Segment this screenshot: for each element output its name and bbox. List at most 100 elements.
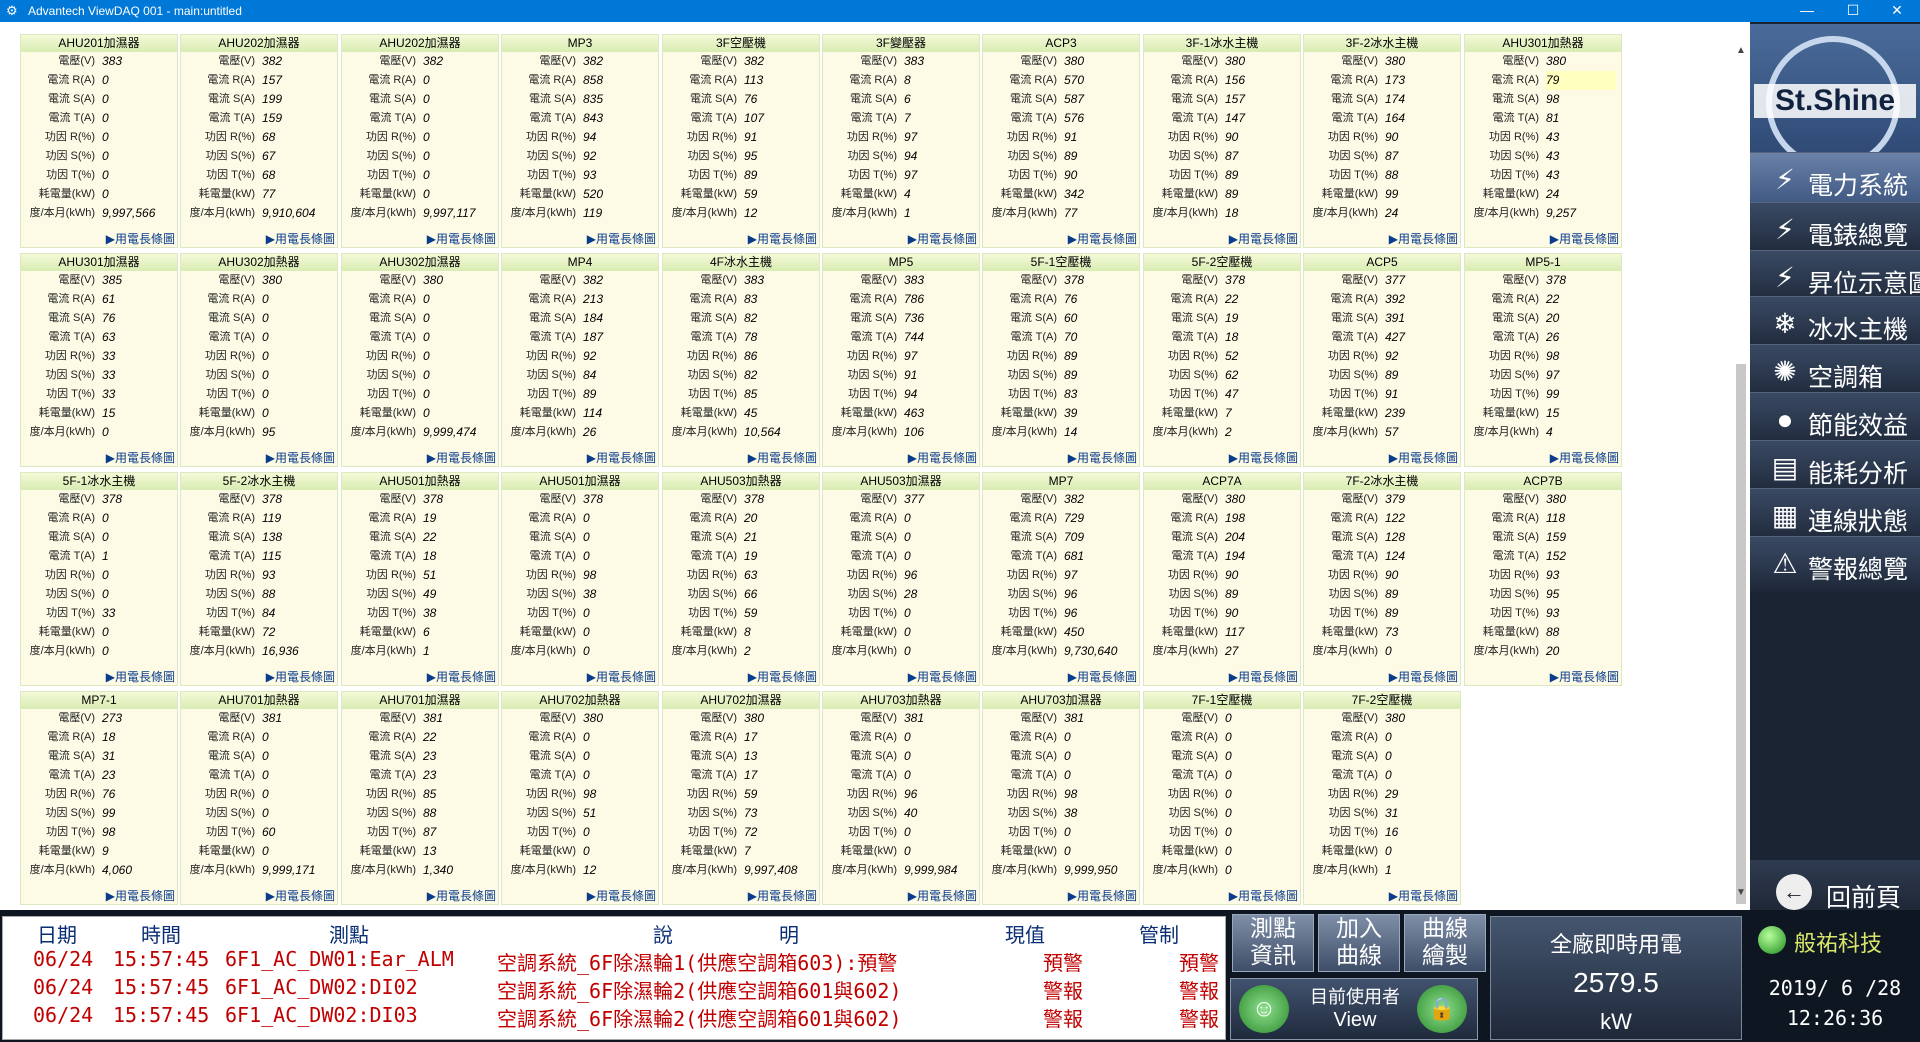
usage-bar-chart-link[interactable]: ▶用電長條圖 (908, 887, 977, 904)
meter-row-label: 電流 S(A) (528, 750, 576, 762)
meter-row-label: 耗電量(kW) (359, 626, 416, 638)
meter-row-label: 電流 S(A) (689, 93, 737, 105)
meter-row: 電壓(V) 383 (21, 52, 177, 71)
usage-bar-chart-link[interactable]: ▶用電長條圖 (1550, 668, 1619, 685)
meter-row: 電壓(V) 382 (502, 271, 658, 290)
usage-bar-chart-link[interactable]: ▶用電長條圖 (266, 887, 335, 904)
meter-row-value: 385 (102, 273, 123, 287)
usage-bar-chart-link[interactable]: ▶用電長條圖 (1389, 230, 1458, 247)
meter-row-label: 耗電量(kW) (198, 626, 255, 638)
usage-bar-chart-link[interactable]: ▶用電長條圖 (587, 668, 656, 685)
meter-row: 功因 S(%) 89 (983, 147, 1139, 166)
usage-bar-chart-link[interactable]: ▶用電長條圖 (908, 230, 977, 247)
scroll-up-icon[interactable]: ▲ (1734, 44, 1748, 58)
usage-bar-chart-link[interactable]: ▶用電長條圖 (1550, 449, 1619, 466)
usage-bar-chart-link[interactable]: ▶用電長條圖 (1068, 668, 1137, 685)
alarm-row[interactable]: 06/24 15:57:45 6F1_AC_DW01:Ear_ALM 空調系統_6F除… (3, 947, 1227, 975)
usage-bar-chart-link[interactable]: ▶用電長條圖 (427, 887, 496, 904)
usage-bar-chart-link[interactable]: ▶用電長條圖 (427, 449, 496, 466)
usage-bar-chart-link[interactable]: ▶用電長條圖 (1229, 887, 1298, 904)
usage-bar-chart-link[interactable]: ▶用電長條圖 (266, 449, 335, 466)
usage-bar-chart-link[interactable]: ▶用電長條圖 (1389, 449, 1458, 466)
meter-row-label: 耗電量(kW) (359, 188, 416, 200)
meter-row-value: 43 (1546, 149, 1560, 163)
sidebar-item[interactable]: ⚠ 警報總覽 (1750, 536, 1920, 592)
meter-row: 電壓(V) 380 (1465, 52, 1621, 71)
usage-bar-chart-link[interactable]: ▶用電長條圖 (106, 668, 175, 685)
meter-row: 耗電量(kW) 0 (181, 404, 337, 423)
usage-bar-chart-link[interactable]: ▶用電長條圖 (908, 449, 977, 466)
meter-row-value: 89 (1385, 587, 1399, 601)
curve-draw-button[interactable]: 曲線 繪製 (1404, 914, 1486, 972)
usage-bar-chart-link[interactable]: ▶用電長條圖 (748, 230, 817, 247)
usage-bar-chart-link[interactable]: ▶用電長條圖 (1389, 887, 1458, 904)
meter-row: 功因 T(%) 87 (342, 823, 498, 842)
meter-row-label: 度/本月(kWh) (189, 864, 255, 876)
usage-bar-chart-link[interactable]: ▶用電長條圖 (748, 668, 817, 685)
usage-bar-chart-link[interactable]: ▶用電長條圖 (106, 887, 175, 904)
usage-bar-chart-link[interactable]: ▶用電長條圖 (106, 230, 175, 247)
meter-panel-title: AHU702加熱器 (502, 692, 658, 709)
meter-row: 電壓(V) 380 (1144, 52, 1300, 71)
usage-bar-chart-link[interactable]: ▶用電長條圖 (106, 449, 175, 466)
usage-bar-chart-link[interactable]: ▶用電長條圖 (266, 230, 335, 247)
usage-bar-chart-link[interactable]: ▶用電長條圖 (1550, 230, 1619, 247)
meter-row: 電流 R(A) 0 (181, 290, 337, 309)
meter-row-value: 7 (904, 111, 911, 125)
usage-bar-chart-link[interactable]: ▶用電長條圖 (427, 230, 496, 247)
meter-row-value: 381 (423, 711, 444, 725)
meter-row-label: 電流 R(A) (1491, 293, 1539, 305)
alarm-row[interactable]: 06/24 15:57:45 6F1_AC_DW02:DI03 空調系統_6F除濕輪2… (3, 1003, 1227, 1031)
point-info-button[interactable]: 測點 資訊 (1232, 914, 1314, 972)
meter-row-label: 電流 R(A) (528, 74, 576, 86)
lock-icon[interactable]: 🔒 (1417, 985, 1467, 1033)
meter-row: 度/本月(kWh) 0 (823, 642, 979, 661)
meter-row: 功因 S(%) 87 (1304, 147, 1460, 166)
usage-bar-chart-link[interactable]: ▶用電長條圖 (427, 668, 496, 685)
meter-row: 電流 R(A) 0 (342, 290, 498, 309)
meter-row-label: 電流 T(A) (1492, 331, 1539, 343)
meter-row-value: 118 (1546, 511, 1566, 525)
meter-row-label: 電流 R(A) (528, 293, 576, 305)
add-curve-button[interactable]: 加入 曲線 (1318, 914, 1400, 972)
usage-bar-chart-link[interactable]: ▶用電長條圖 (1068, 887, 1137, 904)
usage-bar-chart-link[interactable]: ▶用電長條圖 (587, 230, 656, 247)
meter-row-value: 0 (423, 168, 430, 182)
close-button[interactable]: ✕ (1874, 0, 1920, 22)
usage-bar-chart-link[interactable]: ▶用電長條圖 (1068, 449, 1137, 466)
usage-bar-chart-link[interactable]: ▶用電長條圖 (1068, 230, 1137, 247)
meter-row: 電流 S(A) 0 (983, 747, 1139, 766)
meter-row: 電流 T(A) 744 (823, 328, 979, 347)
usage-bar-chart-link[interactable]: ▶用電長條圖 (908, 668, 977, 685)
usage-bar-chart-link[interactable]: ▶用電長條圖 (1229, 668, 1298, 685)
scrollbar-thumb[interactable] (1736, 364, 1746, 904)
meter-row: 度/本月(kWh) 9,999,950 (983, 861, 1139, 880)
usage-bar-chart-link[interactable]: ▶用電長條圖 (1389, 668, 1458, 685)
meter-row-value: 204 (1225, 530, 1246, 544)
meter-panel: 5F-1冰水主機 電壓(V) 378 電流 R(A) 0 電流 S(A) 0 電流 T(A) 1… (20, 472, 178, 686)
usage-bar-chart-link[interactable]: ▶用電長條圖 (587, 887, 656, 904)
sidebar-item-icon: ❄ (1773, 308, 1797, 339)
meter-row: 功因 S(%) 88 (342, 804, 498, 823)
usage-bar-chart-link[interactable]: ▶用電長條圖 (587, 449, 656, 466)
vertical-scrollbar[interactable]: ▲ ▼ (1734, 44, 1748, 904)
usage-bar-chart-link[interactable]: ▶用電長條圖 (266, 668, 335, 685)
alarm-row[interactable]: 06/24 15:57:45 6F1_AC_DW02:DI02 空調系統_6F除濕輪2… (3, 975, 1227, 1003)
meter-panel-title: MP7-1 (21, 692, 177, 709)
sidebar-item[interactable]: ⚡ 電力系統 (1750, 152, 1920, 208)
usage-bar-chart-link[interactable]: ▶用電長條圖 (1229, 449, 1298, 466)
usage-bar-chart-link[interactable]: ▶用電長條圖 (1229, 230, 1298, 247)
meter-row: 功因 S(%) 92 (502, 147, 658, 166)
minimize-button[interactable]: — (1784, 0, 1830, 22)
users-icon[interactable]: ☺ (1239, 985, 1289, 1033)
window-title: Advantech ViewDAQ 001 - main:untitled (28, 4, 242, 18)
usage-bar-chart-link[interactable]: ▶用電長條圖 (748, 449, 817, 466)
scroll-down-icon[interactable]: ▼ (1734, 886, 1748, 900)
meter-row: 電壓(V) 0 (1144, 709, 1300, 728)
meter-row: 功因 R(%) 76 (21, 785, 177, 804)
usage-bar-chart-link[interactable]: ▶用電長條圖 (748, 887, 817, 904)
meter-row: 電流 T(A) 194 (1144, 547, 1300, 566)
meter-row: 電壓(V) 380 (1465, 490, 1621, 509)
maximize-button[interactable]: ☐ (1830, 0, 1876, 22)
meter-row-value: 576 (1064, 111, 1085, 125)
